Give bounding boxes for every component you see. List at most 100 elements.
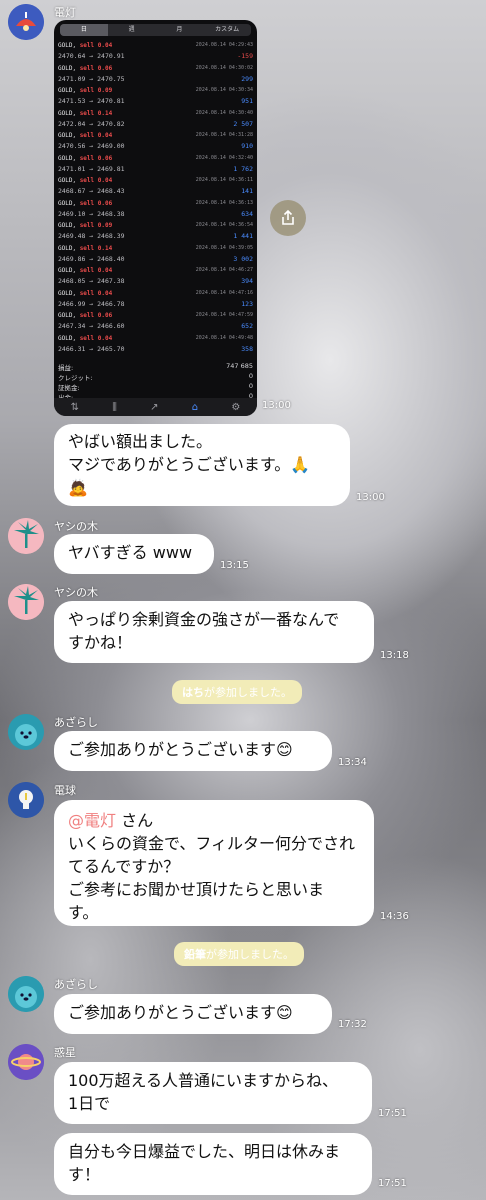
trade-prices: 2469.10 → 2468.38 — [58, 209, 125, 218]
message-text: ご参考にお聞かせ頂けたらと思いま — [68, 880, 325, 899]
message-bubble[interactable]: @電灯 さん いくらの資金で、フィルター何分でされ てるんですか？ ご参考にお聞… — [54, 800, 374, 926]
trade-symbol: GOLD, — [58, 244, 77, 252]
trade-prices: 2471.01 → 2469.81 — [58, 164, 125, 173]
mention-link[interactable]: @電灯 — [68, 811, 116, 830]
trade-profit: 652 — [241, 322, 253, 330]
message-text: ご参加ありがとうございます😊 — [68, 1003, 293, 1022]
trade-profit: 1 762 — [233, 164, 253, 173]
trade-timestamp: 2024.08.14 04:49:48 — [195, 334, 253, 341]
trade-symbol: GOLD, — [58, 132, 77, 139]
trade-timestamp: 2024.08.14 04:32:40 — [195, 154, 253, 161]
trade-row: GOLD, sell 0.06 2471.09 → 2470.75 2024.08.… — [58, 65, 253, 87]
trade-row: GOLD, sell 0.04 2466.31 → 2465.70 2024.08.… — [58, 335, 253, 357]
tab-week: 週 — [128, 26, 135, 33]
trade-timestamp: 2024.08.14 04:36:54 — [195, 222, 253, 228]
timestamp: 13:34 — [338, 757, 367, 768]
trade-profit: 2 507 — [233, 119, 253, 128]
summary-label: クレジット: — [58, 374, 93, 382]
message-bubble[interactable]: ご参加ありがとうございます😊 — [54, 731, 332, 771]
trade-symbol: GOLD, — [58, 154, 77, 162]
summary-label: 損益: — [58, 364, 74, 372]
history-icon: ⌂ — [191, 401, 199, 413]
trade-profit: 394 — [241, 277, 253, 285]
trade-prices: 2466.99 → 2466.78 — [58, 299, 125, 308]
trade-profit: 299 — [241, 74, 253, 83]
trade-side: sell 0.14 — [79, 244, 113, 252]
sender-name: 電灯 — [54, 6, 76, 19]
tab-custom: カスタム — [215, 26, 240, 33]
trade-symbol: GOLD, — [58, 312, 77, 319]
trade-symbol-line: GOLD, sell 0.06 — [58, 200, 112, 207]
trade-symbol: GOLD, — [58, 199, 77, 207]
message-bubble[interactable]: 100万超える人普通にいますからね、 1日で — [54, 1062, 372, 1124]
system-notice-text: が参加しました。 — [206, 948, 294, 961]
message-bubble[interactable]: ご参加ありがとうございます😊 — [54, 994, 332, 1034]
trade-history-screenshot[interactable]: 日 週 月 カスタム GOLD, sell 0.04 2470.64 → 2470… — [54, 20, 257, 416]
avatar[interactable] — [8, 976, 44, 1012]
trade-row: GOLD, sell 0.04 2468.05 → 2467.38 2024.08.… — [58, 267, 253, 289]
trade-prices: 2472.04 → 2470.82 — [58, 119, 125, 128]
sender-name: 電球 — [54, 784, 76, 797]
timestamp: 13:15 — [220, 560, 249, 571]
trade-row: GOLD, sell 0.06 2471.01 → 2469.81 2024.08.… — [58, 155, 253, 177]
palm-tree-icon — [8, 518, 44, 554]
message-bubble[interactable]: ヤバすぎる www — [54, 534, 214, 574]
trade-profit: 1 441 — [233, 232, 253, 240]
system-notice: 鉛筆が参加しました。 — [174, 942, 304, 966]
lamp-icon — [8, 4, 44, 40]
tab-month: 月 — [176, 26, 183, 33]
sender-name: ヤシの木 — [54, 586, 98, 599]
trade-symbol-line: GOLD, sell 0.04 — [58, 177, 112, 184]
trade-row: GOLD, sell 0.09 2471.53 → 2470.81 2024.08.… — [58, 87, 253, 109]
avatar[interactable] — [8, 714, 44, 750]
trade-prices: 2469.86 → 2468.40 — [58, 254, 125, 263]
trade-timestamp: 2024.08.14 04:47:16 — [195, 289, 253, 296]
trade-symbol: GOLD, — [58, 177, 77, 184]
avatar[interactable] — [8, 4, 44, 40]
avatar[interactable] — [8, 584, 44, 620]
timestamp: 17:51 — [378, 1178, 407, 1189]
trade-timestamp: 2024.08.14 04:30:02 — [195, 64, 253, 71]
tab-day: 日 — [60, 24, 108, 36]
trade-symbol-line: GOLD, sell 0.06 — [58, 65, 112, 72]
trade-symbol-line: GOLD, sell 0.04 — [58, 132, 112, 139]
app-nav-bar: ⇅ ⫼ ↗ ⌂ ⚙ — [54, 398, 257, 416]
message-text: ヤバすぎる www — [68, 543, 193, 562]
light-bulb-icon — [8, 782, 44, 818]
trade-prices: 2468.05 → 2467.38 — [58, 277, 125, 285]
message-bubble[interactable]: やっぱり余剰資金の強さが一番なんで すかね！ — [54, 601, 374, 663]
trade-symbol: GOLD, — [58, 87, 77, 94]
trade-symbol-line: GOLD, sell 0.14 — [58, 245, 112, 252]
avatar[interactable] — [8, 1044, 44, 1080]
trade-symbol: GOLD, — [58, 334, 77, 342]
trade-row: GOLD, sell 0.04 2470.56 → 2469.00 2024.08.… — [58, 132, 253, 154]
message-text: す！ — [68, 1165, 101, 1184]
trade-prices: 2470.56 → 2469.00 — [58, 142, 125, 150]
message-text: マジでありがとうございます。🙏 — [68, 455, 311, 474]
system-notice-text: が参加しました。 — [204, 686, 292, 699]
message-text: いくらの資金で、フィルター何分でされ — [68, 834, 356, 853]
trade-prices: 2471.09 → 2470.75 — [58, 74, 125, 83]
message-text: さん — [116, 811, 154, 830]
avatar[interactable] — [8, 518, 44, 554]
trade-side: sell 0.04 — [79, 132, 113, 139]
trade-symbol-line: GOLD, sell 0.04 — [58, 290, 112, 297]
seal-icon — [8, 976, 44, 1012]
trade-timestamp: 2024.08.14 04:39:05 — [195, 244, 253, 251]
trade-row: GOLD, sell 0.14 2472.04 → 2470.82 2024.08.… — [58, 110, 253, 132]
share-button[interactable] — [270, 200, 306, 236]
trade-side: sell 0.04 — [79, 267, 113, 274]
message-bubble[interactable]: 自分も今日爆益でした、明日は休みま す！ — [54, 1133, 372, 1195]
trade-timestamp: 2024.08.14 04:36:11 — [195, 177, 253, 183]
timestamp: 13:00 — [356, 492, 385, 503]
avatar[interactable] — [8, 782, 44, 818]
trade-timestamp: 2024.08.14 04:36:13 — [195, 199, 253, 206]
message-bubble[interactable]: やばい額出ました。 マジでありがとうございます。🙏 🙇 — [54, 424, 350, 506]
trade-timestamp: 2024.08.14 04:47:59 — [195, 312, 253, 318]
trade-profit: -159 — [237, 52, 253, 60]
trade-row: GOLD, sell 0.09 2469.48 → 2468.39 2024.08.… — [58, 222, 253, 244]
trade-prices: 2471.53 → 2470.81 — [58, 97, 125, 105]
trade-side: sell 0.06 — [79, 312, 113, 319]
trade-timestamp: 2024.08.14 04:29:43 — [195, 42, 253, 48]
sender-name: あざらし — [54, 716, 98, 729]
